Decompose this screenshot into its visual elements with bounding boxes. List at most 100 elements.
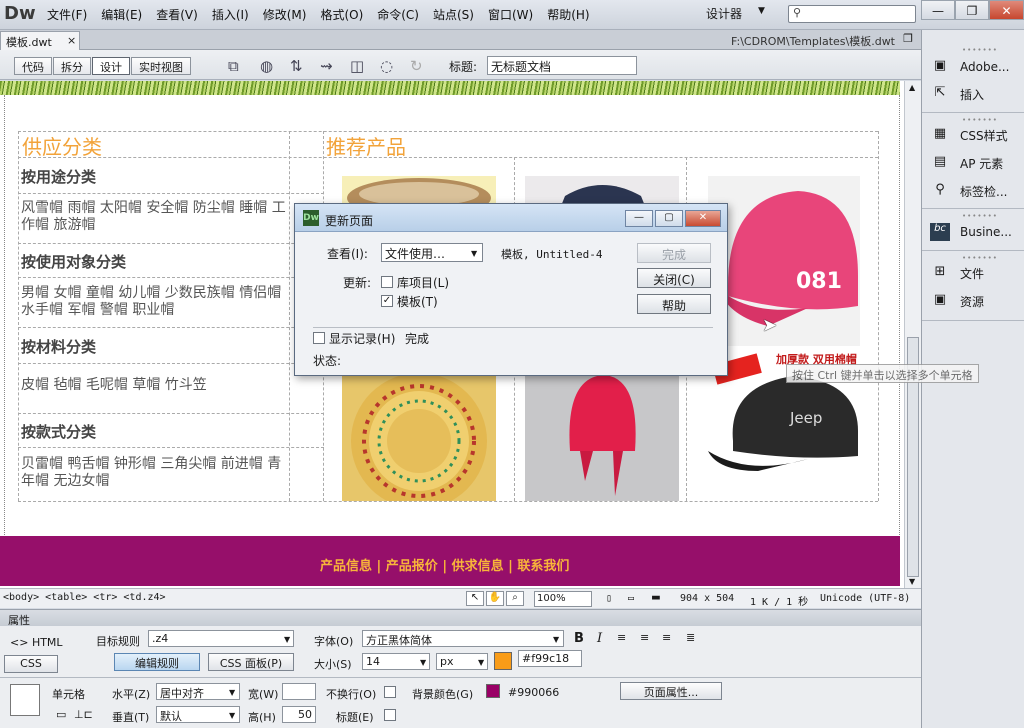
restore-button[interactable]: ❐ bbox=[955, 0, 989, 20]
hand-tool-icon[interactable]: ✋ bbox=[486, 591, 504, 606]
validate-icon[interactable]: ◌ bbox=[380, 57, 393, 75]
panel-assets[interactable]: ▣ 资源 bbox=[930, 292, 984, 310]
menu-window[interactable]: 窗口(W) bbox=[481, 6, 540, 23]
visual-aids-icon[interactable]: ◫ bbox=[350, 57, 364, 75]
css-tab[interactable]: CSS bbox=[4, 655, 58, 673]
panel-grip[interactable]: ••••••• bbox=[962, 116, 998, 124]
text-color-field[interactable]: #f99c18 bbox=[518, 650, 582, 667]
menu-commands[interactable]: 命令(C) bbox=[370, 6, 426, 23]
italic-icon[interactable]: I bbox=[597, 631, 602, 646]
category-title[interactable]: 按使用对象分类 bbox=[21, 251, 126, 272]
zoom-tool-icon[interactable]: ⌕ bbox=[506, 591, 524, 606]
refresh-icon[interactable]: ↻ bbox=[410, 57, 423, 75]
menu-help[interactable]: 帮助(H) bbox=[540, 6, 596, 23]
bg-color-swatch[interactable] bbox=[486, 684, 500, 698]
panel-business-catalyst[interactable]: bc Busine... bbox=[930, 223, 1012, 241]
menu-edit[interactable]: 编辑(E) bbox=[94, 6, 149, 23]
menu-insert[interactable]: 插入(I) bbox=[205, 6, 256, 23]
templates-checkbox[interactable]: ✓ bbox=[381, 295, 393, 307]
nowrap-checkbox[interactable] bbox=[384, 686, 396, 698]
panel-ap-elements[interactable]: ▤ AP 元素 bbox=[930, 154, 1003, 172]
select-tool-icon[interactable]: ↖ bbox=[466, 591, 484, 606]
align-justify-icon[interactable]: ≣ bbox=[686, 631, 695, 644]
chevron-down-icon[interactable]: ▼ bbox=[758, 6, 765, 16]
split-cells-icon[interactable]: ⊥⊏ bbox=[74, 708, 93, 721]
panel-insert[interactable]: ⇱ 插入 bbox=[930, 85, 984, 103]
multiscreen-icon[interactable]: ⧉ bbox=[228, 57, 239, 75]
panel-grip[interactable]: ••••••• bbox=[962, 254, 998, 262]
help-button[interactable]: 帮助 bbox=[637, 294, 711, 314]
panel-css-styles[interactable]: ▦ CSS样式 bbox=[930, 126, 1008, 144]
menu-site[interactable]: 站点(S) bbox=[426, 6, 481, 23]
page-properties-button[interactable]: 页面属性... bbox=[620, 682, 722, 700]
tag-selector[interactable]: <body> <table> <tr> <td.z4> bbox=[3, 592, 166, 603]
footer-links[interactable]: 产品信息 | 产品报价 | 供求信息 | 联系我们 bbox=[320, 555, 569, 574]
menu-view[interactable]: 查看(V) bbox=[149, 6, 205, 23]
category-items[interactable]: 男帽 女帽 童帽 幼儿帽 少数民族帽 情侣帽 水手帽 军帽 警帽 职业帽 bbox=[21, 285, 289, 319]
edit-rule-button[interactable]: 编辑规则 bbox=[114, 653, 200, 671]
css-panel-button[interactable]: CSS 面板(P) bbox=[208, 653, 294, 671]
inspect-icon[interactable]: ⇝ bbox=[320, 57, 333, 75]
desktop-size-icon[interactable]: ▬ bbox=[652, 590, 660, 605]
category-items[interactable]: 贝雷帽 鸭舌帽 钟形帽 三角尖帽 前进帽 青年帽 无边女帽 bbox=[21, 456, 289, 490]
align-right-icon[interactable]: ≡ bbox=[662, 631, 671, 644]
view-select[interactable]: 文件使用… bbox=[381, 243, 483, 262]
close-button[interactable]: ✕ bbox=[989, 0, 1024, 20]
window-size[interactable]: 904 x 504 bbox=[680, 593, 734, 604]
dialog-close-action-button[interactable]: 关闭(C) bbox=[637, 268, 711, 288]
panel-grip[interactable]: ••••••• bbox=[962, 212, 998, 220]
split-view-button[interactable]: 拆分 bbox=[53, 57, 91, 75]
panel-grip[interactable]: ••••••• bbox=[962, 46, 998, 54]
category-items[interactable]: 风雪帽 雨帽 太阳帽 安全帽 防尘帽 睡帽 工作帽 旅游帽 bbox=[21, 200, 289, 234]
file-management-icon[interactable]: ⇅ bbox=[290, 57, 303, 75]
dialog-maximize-button[interactable]: ▢ bbox=[655, 210, 683, 227]
height-field[interactable]: 50 bbox=[282, 706, 316, 723]
live-view-button[interactable]: 实时视图 bbox=[131, 57, 191, 75]
document-tab[interactable]: 模板.dwt × bbox=[0, 31, 80, 50]
product-image-red-beanie[interactable] bbox=[525, 371, 679, 501]
align-center-icon[interactable]: ≡ bbox=[640, 631, 649, 644]
panel-files[interactable]: ⊞ 文件 bbox=[930, 264, 984, 282]
category-title[interactable]: 按用途分类 bbox=[21, 166, 96, 187]
properties-panel-header[interactable]: 属性 bbox=[0, 609, 921, 627]
minimize-button[interactable]: — bbox=[921, 0, 955, 20]
done-button[interactable]: 完成 bbox=[637, 243, 711, 263]
restore-doc-icon[interactable]: ❐ bbox=[903, 32, 913, 45]
menu-modify[interactable]: 修改(M) bbox=[256, 6, 314, 23]
menu-file[interactable]: 文件(F) bbox=[40, 6, 94, 23]
panel-tag-inspector[interactable]: ⚲ 标签检... bbox=[930, 182, 1007, 200]
text-color-swatch[interactable] bbox=[494, 652, 512, 670]
product-image-jeep-cap[interactable]: Jeep bbox=[708, 371, 860, 501]
code-view-button[interactable]: 代码 bbox=[14, 57, 52, 75]
category-title[interactable]: 按款式分类 bbox=[21, 421, 96, 442]
horz-select[interactable]: 居中对齐 bbox=[156, 683, 240, 700]
font-select[interactable]: 方正黑体简体 bbox=[362, 630, 564, 647]
dialog-title-bar[interactable]: Dw 更新页面 — ▢ ✕ bbox=[295, 204, 727, 232]
show-log-checkbox[interactable] bbox=[313, 332, 325, 344]
zoom-select[interactable]: 100% bbox=[534, 591, 592, 607]
mobile-size-icon[interactable]: ▯ bbox=[606, 593, 612, 604]
workspace-switcher[interactable]: 设计器 bbox=[706, 5, 742, 22]
bold-icon[interactable]: B bbox=[574, 631, 584, 646]
title-field[interactable]: 无标题文档 bbox=[487, 56, 637, 75]
width-field[interactable] bbox=[282, 683, 316, 700]
tablet-size-icon[interactable]: ▭ bbox=[628, 593, 634, 604]
product-image-pink-cap[interactable]: 081 bbox=[708, 176, 860, 346]
header-checkbox[interactable] bbox=[384, 709, 396, 721]
vert-select[interactable]: 默认 bbox=[156, 706, 240, 723]
dialog-close-button[interactable]: ✕ bbox=[685, 210, 721, 227]
bg-color-value[interactable]: #990066 bbox=[508, 686, 559, 699]
panel-adobe[interactable]: ▣ Adobe... bbox=[930, 58, 1010, 76]
library-items-checkbox[interactable] bbox=[381, 276, 393, 288]
canvas-vertical-scrollbar[interactable]: ▲ ▼ bbox=[904, 81, 921, 588]
scroll-down-icon[interactable]: ▼ bbox=[909, 577, 915, 586]
category-title[interactable]: 按材料分类 bbox=[21, 336, 96, 357]
category-items[interactable]: 皮帽 毡帽 毛呢帽 草帽 竹斗笠 bbox=[21, 377, 289, 394]
close-icon[interactable]: × bbox=[67, 34, 76, 47]
target-rule-select[interactable]: .z4 bbox=[148, 630, 294, 647]
align-left-icon[interactable]: ≡ bbox=[617, 631, 626, 644]
design-view-button[interactable]: 设计 bbox=[92, 57, 130, 75]
menu-format[interactable]: 格式(O) bbox=[313, 6, 370, 23]
scroll-up-icon[interactable]: ▲ bbox=[909, 83, 915, 92]
preview-browser-icon[interactable]: ◍ bbox=[260, 57, 273, 75]
